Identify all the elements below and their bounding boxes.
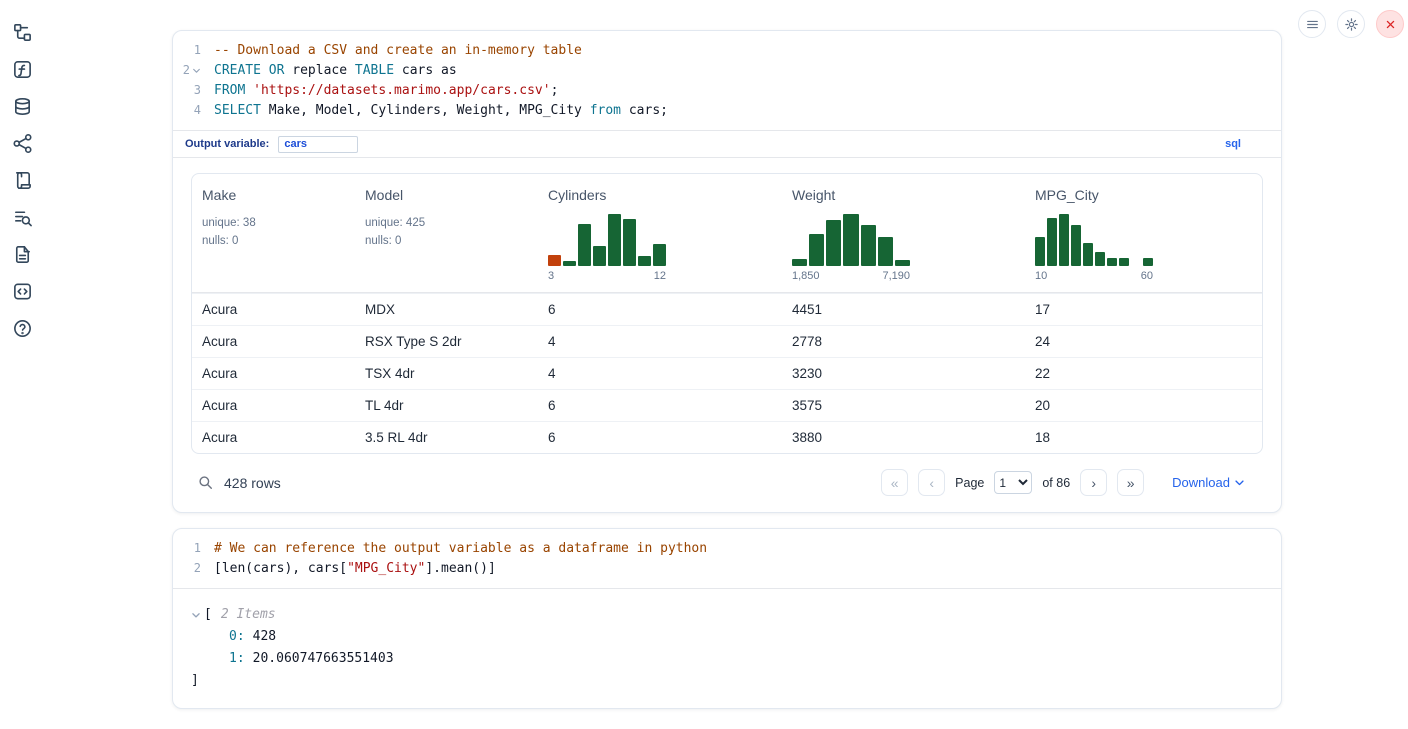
- line-number: 2: [173, 61, 201, 82]
- download-button[interactable]: Download: [1172, 475, 1245, 490]
- python-cell: 1 # We can reference the output variable…: [172, 528, 1282, 709]
- line-number: 3: [173, 81, 201, 101]
- code-line: 1 -- Download a CSV and create an in-mem…: [173, 41, 1281, 61]
- tree-root: [ 2 Items: [191, 604, 1263, 626]
- code-text: -- Download a CSV and create an in-memor…: [214, 41, 582, 61]
- language-badge: sql: [1225, 138, 1269, 150]
- menu-icon[interactable]: [1298, 10, 1326, 38]
- table-footer: 428 rows « ‹ Page 1 of 86 › » Download: [191, 454, 1263, 496]
- output-variable-bar: Output variable: sql: [173, 130, 1281, 157]
- column-header-make[interactable]: Make unique: 38 nulls: 0: [192, 174, 355, 292]
- tree-close: ]: [191, 670, 1263, 692]
- table-row: Acura TL 4dr 6 3575 20: [192, 389, 1262, 421]
- line-number: 1: [173, 41, 201, 61]
- column-header-weight[interactable]: Weight 1,8507,190: [782, 174, 1025, 292]
- output-variable-label: Output variable:: [185, 138, 269, 150]
- settings-gear-icon[interactable]: [1337, 10, 1365, 38]
- line-number: 4: [173, 101, 201, 121]
- collapse-chevron-icon[interactable]: [191, 610, 201, 620]
- code-line: 2 [len(cars), cars["MPG_City"].mean()]: [173, 559, 1281, 579]
- column-stat: unique: 425: [365, 217, 528, 229]
- page-label: Page: [955, 476, 984, 490]
- column-header-cylinders[interactable]: Cylinders 312: [538, 174, 782, 292]
- column-header-model[interactable]: Model unique: 425 nulls: 0: [355, 174, 538, 292]
- page-total-label: of 86: [1042, 476, 1070, 490]
- sql-cell: 1 -- Download a CSV and create an in-mem…: [172, 30, 1282, 513]
- column-stat: unique: 38: [202, 217, 345, 229]
- code-line: 1 # We can reference the output variable…: [173, 539, 1281, 559]
- last-page-button[interactable]: »: [1117, 469, 1144, 496]
- datasources-icon[interactable]: [11, 95, 33, 117]
- cylinders-histogram: [548, 214, 666, 266]
- data-table: Make unique: 38 nulls: 0 Model unique: 4…: [191, 173, 1263, 454]
- fold-chevron-icon[interactable]: [192, 62, 201, 82]
- chevron-down-icon: [1234, 477, 1245, 488]
- tree-entry: 1: 20.060747663551403: [191, 648, 1263, 670]
- table-row: Acura 3.5 RL 4dr 6 3880 18: [192, 421, 1262, 453]
- help-icon[interactable]: [11, 317, 33, 339]
- sql-code-editor[interactable]: 1 -- Download a CSV and create an in-mem…: [173, 31, 1281, 130]
- mpg-city-histogram: [1035, 214, 1153, 266]
- column-stat: nulls: 0: [365, 235, 528, 247]
- table-row: Acura MDX 6 4451 17: [192, 293, 1262, 325]
- prev-page-button[interactable]: ‹: [918, 469, 945, 496]
- line-number: 1: [173, 539, 201, 559]
- code-text: FROM 'https://datasets.marimo.app/cars.c…: [214, 81, 558, 101]
- column-stat: nulls: 0: [202, 235, 345, 247]
- first-page-button[interactable]: «: [881, 469, 908, 496]
- dependency-graph-icon[interactable]: [11, 132, 33, 154]
- output-variable-input[interactable]: [278, 136, 358, 153]
- code-text: CREATE OR replace TABLE cars as: [214, 61, 457, 82]
- python-code-editor[interactable]: 1 # We can reference the output variable…: [173, 529, 1281, 588]
- documentation-icon[interactable]: [11, 243, 33, 265]
- histogram-axis: 312: [548, 270, 666, 282]
- open-bracket: [: [204, 604, 212, 626]
- result-tree: [ 2 Items 0: 428 1: 20.060747663551403 ]: [191, 604, 1263, 692]
- shutdown-close-icon[interactable]: [1376, 10, 1404, 38]
- code-line: 3 FROM 'https://datasets.marimo.app/cars…: [173, 81, 1281, 101]
- variables-icon[interactable]: [11, 58, 33, 80]
- file-explorer-icon[interactable]: [11, 21, 33, 43]
- next-page-button[interactable]: ›: [1080, 469, 1107, 496]
- code-text: SELECT Make, Model, Cylinders, Weight, M…: [214, 101, 668, 121]
- sql-cell-output: Make unique: 38 nulls: 0 Model unique: 4…: [173, 157, 1281, 512]
- code-line: 2 CREATE OR replace TABLE cars as: [173, 61, 1281, 82]
- close-bracket: ]: [191, 670, 199, 692]
- code-line: 4 SELECT Make, Model, Cylinders, Weight,…: [173, 101, 1281, 121]
- left-toolbar: [0, 0, 44, 729]
- code-text: [len(cars), cars["MPG_City"].mean()]: [214, 559, 496, 579]
- table-row: Acura RSX Type S 2dr 4 2778 24: [192, 325, 1262, 357]
- top-right-controls: [1298, 10, 1404, 38]
- table-header: Make unique: 38 nulls: 0 Model unique: 4…: [192, 174, 1262, 293]
- page-select[interactable]: 1: [994, 471, 1032, 494]
- table-row: Acura TSX 4dr 4 3230 22: [192, 357, 1262, 389]
- search-icon[interactable]: [197, 474, 214, 491]
- logs-icon[interactable]: [11, 206, 33, 228]
- histogram-axis: 1060: [1035, 270, 1153, 282]
- column-header-mpg-city[interactable]: MPG_City 1060: [1025, 174, 1262, 292]
- line-number: 2: [173, 559, 201, 579]
- row-count: 428 rows: [224, 475, 281, 491]
- code-text: # We can reference the output variable a…: [214, 539, 707, 559]
- snippets-icon[interactable]: [11, 280, 33, 302]
- weight-histogram: [792, 214, 910, 266]
- items-count: 2 Items: [221, 604, 276, 626]
- python-cell-output: [ 2 Items 0: 428 1: 20.060747663551403 ]: [173, 588, 1281, 708]
- scratchpad-icon[interactable]: [11, 169, 33, 191]
- histogram-axis: 1,8507,190: [792, 270, 910, 282]
- tree-entry: 0: 428: [191, 626, 1263, 648]
